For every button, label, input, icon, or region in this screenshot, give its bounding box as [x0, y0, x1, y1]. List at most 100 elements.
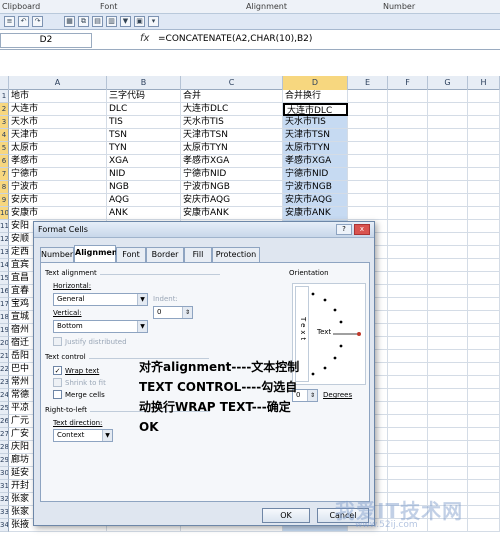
- copy-icon[interactable]: ⧉: [78, 16, 89, 27]
- column-header-b[interactable]: B: [107, 76, 181, 90]
- column-header-e[interactable]: E: [348, 76, 388, 90]
- cell-d[interactable]: 宁德市NID: [283, 168, 348, 181]
- column-header-c[interactable]: C: [181, 76, 283, 90]
- cell-f[interactable]: [388, 389, 428, 402]
- cell-f[interactable]: [388, 441, 428, 454]
- cell-b[interactable]: TYN: [107, 142, 181, 155]
- cell-f[interactable]: [388, 142, 428, 155]
- cell-c[interactable]: 天津市TSN: [181, 129, 283, 142]
- cell-g[interactable]: [428, 350, 468, 363]
- cell-f[interactable]: [388, 129, 428, 142]
- row-header[interactable]: 16: [0, 285, 9, 298]
- cell-f[interactable]: [388, 155, 428, 168]
- cell-f[interactable]: [388, 402, 428, 415]
- cell-h[interactable]: [468, 90, 500, 103]
- cell-h[interactable]: [468, 402, 500, 415]
- cell-g[interactable]: [428, 142, 468, 155]
- cell-h[interactable]: [468, 311, 500, 324]
- row-header[interactable]: 15: [0, 272, 9, 285]
- cell-h[interactable]: [468, 519, 500, 532]
- cell-c[interactable]: 合并: [181, 90, 283, 103]
- cell-e[interactable]: [348, 116, 388, 129]
- cell-f[interactable]: [388, 246, 428, 259]
- cell-b[interactable]: TIS: [107, 116, 181, 129]
- cell-a[interactable]: 天水市: [9, 116, 107, 129]
- cell-a[interactable]: 宁波市: [9, 181, 107, 194]
- row-header[interactable]: 4: [0, 129, 9, 142]
- cell-b[interactable]: DLC: [107, 103, 181, 116]
- cell-a[interactable]: 地市: [9, 90, 107, 103]
- cell-g[interactable]: [428, 233, 468, 246]
- cell-c[interactable]: 天水市TIS: [181, 116, 283, 129]
- tab-font[interactable]: Font: [116, 247, 146, 262]
- cell-h[interactable]: [468, 116, 500, 129]
- cell-h[interactable]: [468, 441, 500, 454]
- select-all-corner[interactable]: [0, 76, 9, 90]
- row-header[interactable]: 12: [0, 233, 9, 246]
- cell-e[interactable]: [348, 103, 388, 116]
- cell-g[interactable]: [428, 428, 468, 441]
- row-header[interactable]: 27: [0, 428, 9, 441]
- align-left-icon[interactable]: ≡: [4, 16, 15, 27]
- cell-d[interactable]: 合并换行: [283, 90, 348, 103]
- cell-f[interactable]: [388, 220, 428, 233]
- ok-button[interactable]: OK: [262, 508, 310, 523]
- cell-g[interactable]: [428, 298, 468, 311]
- row-header[interactable]: 29: [0, 454, 9, 467]
- cell-h[interactable]: [468, 233, 500, 246]
- cell-e[interactable]: [348, 181, 388, 194]
- row-header[interactable]: 20: [0, 337, 9, 350]
- cell-f[interactable]: [388, 350, 428, 363]
- cell-h[interactable]: [468, 259, 500, 272]
- cell-c[interactable]: 孝感市XGA: [181, 155, 283, 168]
- cell-f[interactable]: [388, 376, 428, 389]
- cell-e[interactable]: [348, 142, 388, 155]
- cell-e[interactable]: [348, 207, 388, 220]
- cell-b[interactable]: NID: [107, 168, 181, 181]
- fx-icon[interactable]: fx: [140, 33, 149, 44]
- cell-d[interactable]: 天津市TSN: [283, 129, 348, 142]
- cell-d[interactable]: 大连市DLC: [283, 103, 348, 116]
- cell-a[interactable]: 安庆市: [9, 194, 107, 207]
- cell-f[interactable]: [388, 272, 428, 285]
- cell-h[interactable]: [468, 207, 500, 220]
- tab-number[interactable]: Number: [40, 247, 74, 262]
- orientation-box[interactable]: Text Text: [292, 283, 366, 385]
- formula-input[interactable]: =CONCATENATE(A2,CHAR(10),B2): [158, 34, 312, 44]
- row-header[interactable]: 33: [0, 506, 9, 519]
- cell-h[interactable]: [468, 506, 500, 519]
- row-header[interactable]: 23: [0, 376, 9, 389]
- grid-icon[interactable]: ▦: [64, 16, 75, 27]
- row-header[interactable]: 17: [0, 298, 9, 311]
- cell-d[interactable]: 宁波市NGB: [283, 181, 348, 194]
- cell-h[interactable]: [468, 298, 500, 311]
- cell-d[interactable]: 天水市TIS: [283, 116, 348, 129]
- cell-f[interactable]: [388, 259, 428, 272]
- row-header[interactable]: 7: [0, 168, 9, 181]
- cell-f[interactable]: [388, 168, 428, 181]
- column-header-g[interactable]: G: [428, 76, 468, 90]
- cell-g[interactable]: [428, 272, 468, 285]
- cell-f[interactable]: [388, 103, 428, 116]
- cell-d[interactable]: 安庆市AQG: [283, 194, 348, 207]
- cell-b[interactable]: AQG: [107, 194, 181, 207]
- cell-a[interactable]: 孝感市: [9, 155, 107, 168]
- cell-g[interactable]: [428, 103, 468, 116]
- cell-f[interactable]: [388, 181, 428, 194]
- cell-g[interactable]: [428, 415, 468, 428]
- cell-b[interactable]: 三字代码: [107, 90, 181, 103]
- merge-cells-checkbox[interactable]: [53, 390, 62, 399]
- row-header[interactable]: 21: [0, 350, 9, 363]
- cell-f[interactable]: [388, 415, 428, 428]
- cell-g[interactable]: [428, 129, 468, 142]
- indent-spinner[interactable]: 0 ⇕: [153, 306, 193, 319]
- cell-c[interactable]: 安庆市AQG: [181, 194, 283, 207]
- cell-g[interactable]: [428, 311, 468, 324]
- cell-h[interactable]: [468, 324, 500, 337]
- cell-f[interactable]: [388, 467, 428, 480]
- column-header-h[interactable]: H: [468, 76, 500, 90]
- cell-g[interactable]: [428, 324, 468, 337]
- cell-h[interactable]: [468, 246, 500, 259]
- cell-g[interactable]: [428, 285, 468, 298]
- row-header[interactable]: 11: [0, 220, 9, 233]
